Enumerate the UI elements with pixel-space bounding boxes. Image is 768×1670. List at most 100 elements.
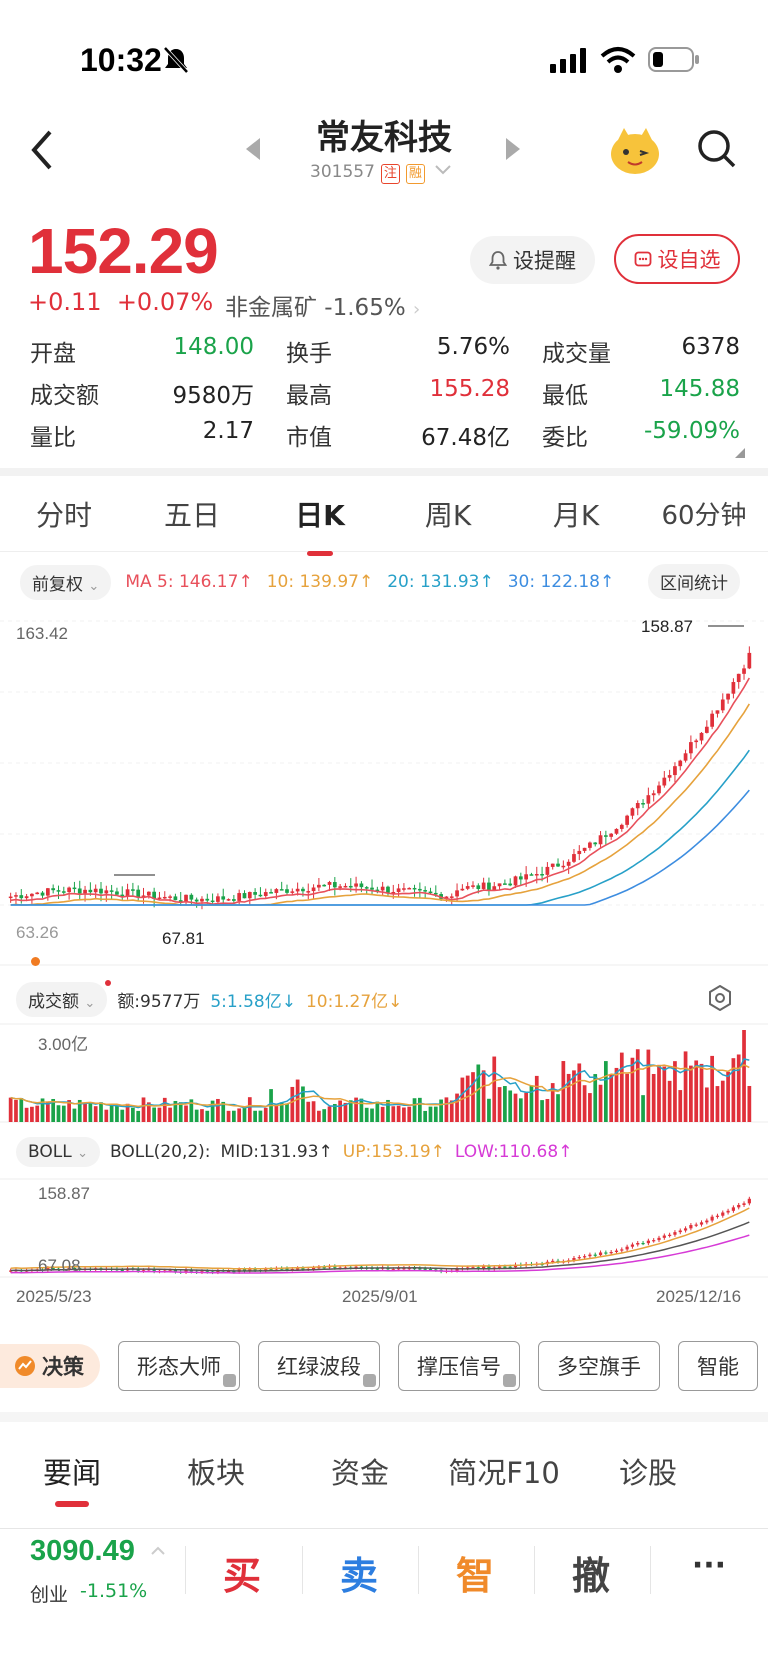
sector-link[interactable]: 非金属矿 -1.65% › — [225, 288, 420, 322]
volume-selector-label: 成交额 — [28, 992, 79, 1012]
volume-bar — [465, 1075, 470, 1122]
sell-button[interactable]: 卖 — [301, 1545, 417, 1600]
boll-candle-body — [583, 1256, 587, 1258]
decision-button[interactable]: 决策 — [0, 1344, 100, 1388]
stat-label: 开盘 — [30, 341, 76, 367]
boll-selector[interactable]: BOLL ⌄ — [16, 1137, 100, 1167]
volume-bar — [364, 1107, 369, 1122]
range-stats-button[interactable]: 区间统计 — [648, 564, 740, 599]
volume-bar — [72, 1108, 77, 1122]
buy-button[interactable]: 买 — [184, 1545, 300, 1600]
stat-value: 67.48亿 — [421, 425, 510, 451]
adjust-label: 前复权 — [32, 574, 83, 595]
candle-body — [487, 882, 491, 891]
ma20-line — [10, 749, 750, 906]
news-tab[interactable]: 板块 — [144, 1440, 288, 1516]
adjust-selector[interactable]: 前复权 ⌄ — [20, 564, 112, 600]
event-marker[interactable] — [31, 957, 40, 966]
candle-body — [635, 803, 640, 809]
period-tab[interactable]: 五日 — [128, 494, 256, 534]
boll-chart[interactable] — [0, 1177, 768, 1279]
news-tab[interactable]: 诊股 — [576, 1440, 720, 1516]
volume-chart[interactable] — [0, 1022, 768, 1127]
candle-body — [35, 892, 40, 895]
candle-body — [162, 896, 167, 899]
candle-body — [115, 891, 119, 895]
volume-bar — [503, 1086, 507, 1122]
tool-button[interactable]: 撑压信号 — [398, 1341, 520, 1391]
tool-button[interactable]: 多空旗手 — [538, 1341, 660, 1391]
volume-bar — [534, 1075, 539, 1122]
volume-bar — [678, 1090, 683, 1122]
smart-button[interactable]: 智 — [417, 1545, 533, 1600]
tool-button[interactable]: 智能 — [678, 1341, 758, 1391]
mascot-icon[interactable] — [608, 126, 662, 176]
candle-body — [364, 887, 369, 889]
tool-button[interactable]: 形态大师 — [118, 1341, 240, 1391]
candle-body — [168, 896, 172, 898]
candle-body — [242, 893, 247, 899]
price-change: +0.11 +0.07% — [28, 288, 213, 316]
volume-bar — [439, 1099, 443, 1122]
candle-body — [529, 874, 534, 876]
section-divider — [0, 468, 768, 476]
candle-body — [609, 833, 614, 837]
set-alert-label: 设提醒 — [513, 249, 576, 273]
lock-icon — [363, 1374, 376, 1387]
volume-bar — [614, 1067, 619, 1122]
candle-body — [582, 847, 587, 851]
boll-candle-body — [625, 1246, 629, 1250]
decision-label: 决策 — [42, 1355, 84, 1379]
chevron-up-icon[interactable] — [150, 1545, 166, 1555]
candle-body — [747, 652, 752, 669]
news-tab[interactable]: 要闻 — [0, 1440, 144, 1516]
chevron-down-icon — [435, 165, 452, 175]
candle-body — [471, 885, 475, 887]
stat-value: 2.17 — [202, 418, 254, 444]
period-tab[interactable]: 日K — [256, 494, 384, 534]
candle-body — [476, 885, 481, 889]
search-icon[interactable] — [696, 128, 738, 170]
index-value[interactable]: 3090.49 — [30, 1535, 135, 1568]
news-tab[interactable]: 资金 — [288, 1440, 432, 1516]
volume-selector[interactable]: 成交额 ⌄ — [16, 980, 112, 1017]
kline-chart[interactable] — [0, 605, 768, 970]
boll-candle-body — [668, 1234, 672, 1236]
stat-label: 最低 — [542, 383, 588, 409]
candle-body — [566, 861, 571, 866]
cancel-order-button[interactable]: 撤 — [533, 1545, 649, 1600]
period-tab[interactable]: 月K — [512, 494, 640, 534]
expand-corner-icon[interactable] — [735, 448, 745, 458]
boll-candle-body — [731, 1207, 735, 1211]
volume-bar — [540, 1100, 544, 1122]
boll-candle-body — [609, 1252, 613, 1254]
tool-button[interactable]: 红绿波段 — [258, 1341, 380, 1391]
period-tab[interactable]: 60分钟 — [640, 495, 768, 532]
stat-value: 155.28 — [429, 376, 510, 402]
candle-body — [72, 887, 77, 890]
stat-cell: 换手 5.76% — [286, 334, 542, 368]
boll-candle-body — [652, 1240, 656, 1242]
volume-bar — [481, 1070, 486, 1122]
volume-bar — [742, 1030, 746, 1122]
candle-body — [460, 888, 465, 891]
stat-value: 9580万 — [172, 383, 254, 409]
more-button[interactable]: ··· — [651, 1548, 767, 1583]
candle-body — [173, 896, 178, 901]
candle-body — [354, 883, 358, 887]
candle-body — [593, 842, 598, 845]
news-tab[interactable]: 简况F10 — [432, 1440, 576, 1516]
candle-body — [513, 876, 518, 886]
wifi-icon — [600, 47, 636, 73]
candle-body — [667, 775, 672, 778]
set-alert-button[interactable]: 设提醒 — [470, 236, 595, 284]
candle-body — [524, 874, 529, 880]
stock-code-row[interactable]: 301557 注融 — [310, 162, 452, 184]
period-tab[interactable]: 周K — [384, 494, 512, 534]
add-watchlist-button[interactable]: 设自选 — [614, 234, 740, 284]
candle-body — [657, 785, 661, 794]
period-tab[interactable]: 分时 — [0, 494, 128, 534]
settings-icon[interactable] — [707, 985, 733, 1011]
candle-body — [662, 777, 667, 786]
volume-legend: 成交额 ⌄ 额:9577万 5:1.58亿↓ 10:1.27亿↓ — [16, 980, 402, 1017]
